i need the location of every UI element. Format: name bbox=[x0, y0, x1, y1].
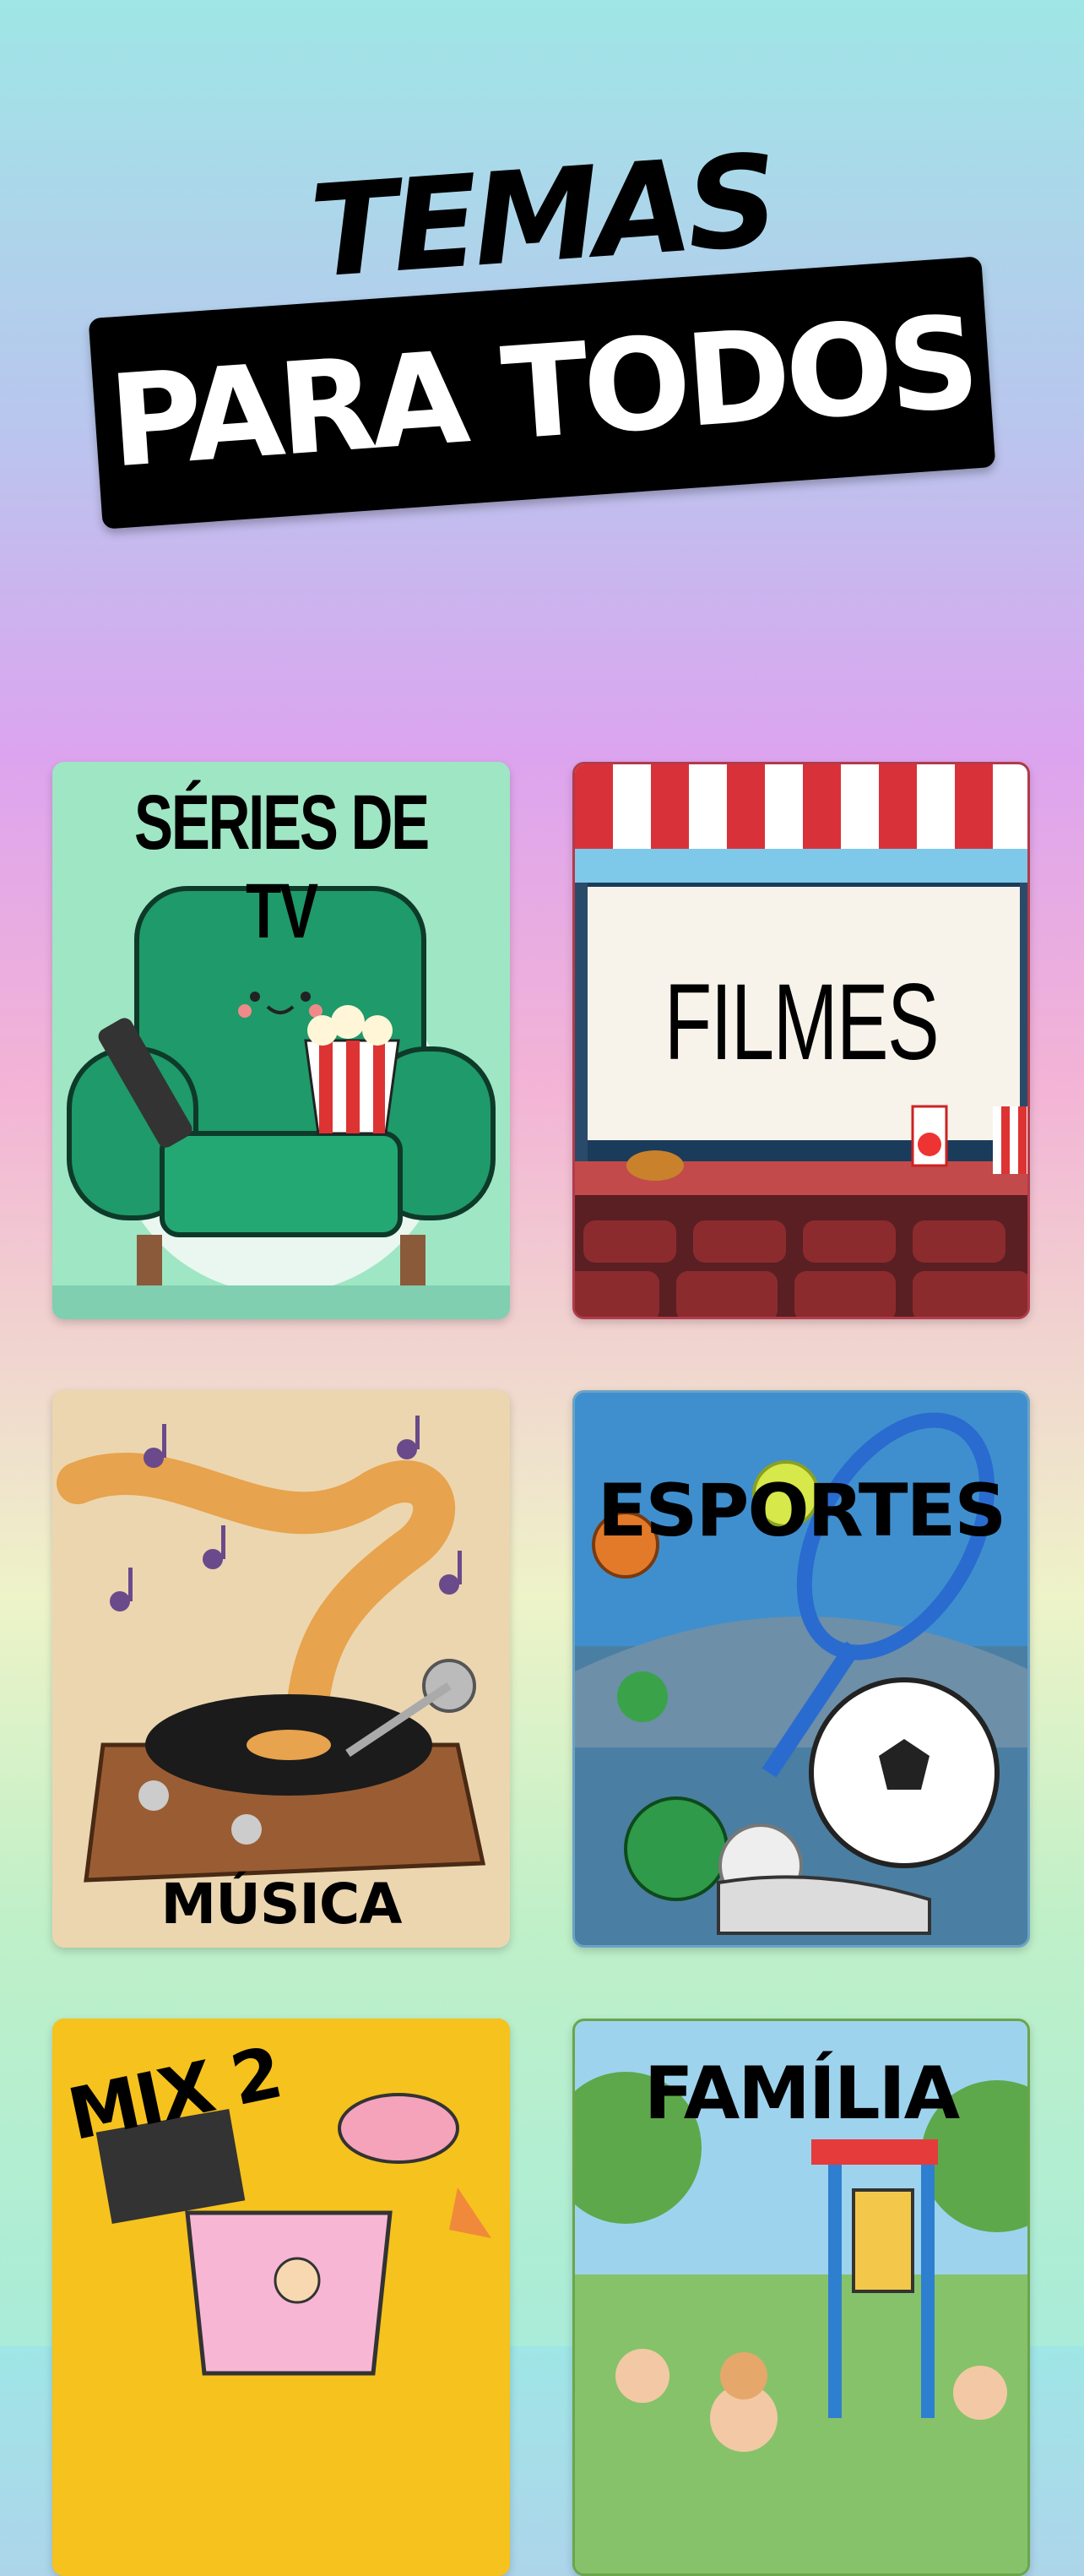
theme-card-series[interactable]: SÉRIES DE TV bbox=[52, 762, 510, 1319]
hero-banner-text: PARA TODOS bbox=[105, 289, 979, 497]
theme-card-musica[interactable]: MÚSICA bbox=[52, 1390, 510, 1948]
record-player-icon bbox=[52, 1390, 510, 1948]
theme-card-mix2[interactable]: MIX 2 bbox=[52, 2019, 510, 2576]
card-label: FILMES bbox=[664, 962, 940, 1083]
theme-card-filmes[interactable]: FILMES bbox=[572, 762, 1030, 1319]
card-label: FAMÍLIA bbox=[643, 2052, 960, 2136]
card-label: SÉRIES DE TV bbox=[134, 780, 430, 954]
hero: TEMAS PARA TODOS bbox=[0, 0, 1084, 591]
card-label: MÚSICA bbox=[160, 1872, 403, 1937]
card-label: ESPORTES bbox=[597, 1469, 1007, 1553]
theme-card-esportes[interactable]: ESPORTES bbox=[572, 1390, 1030, 1948]
theme-card-familia[interactable]: FAMÍLIA bbox=[572, 2019, 1030, 2576]
